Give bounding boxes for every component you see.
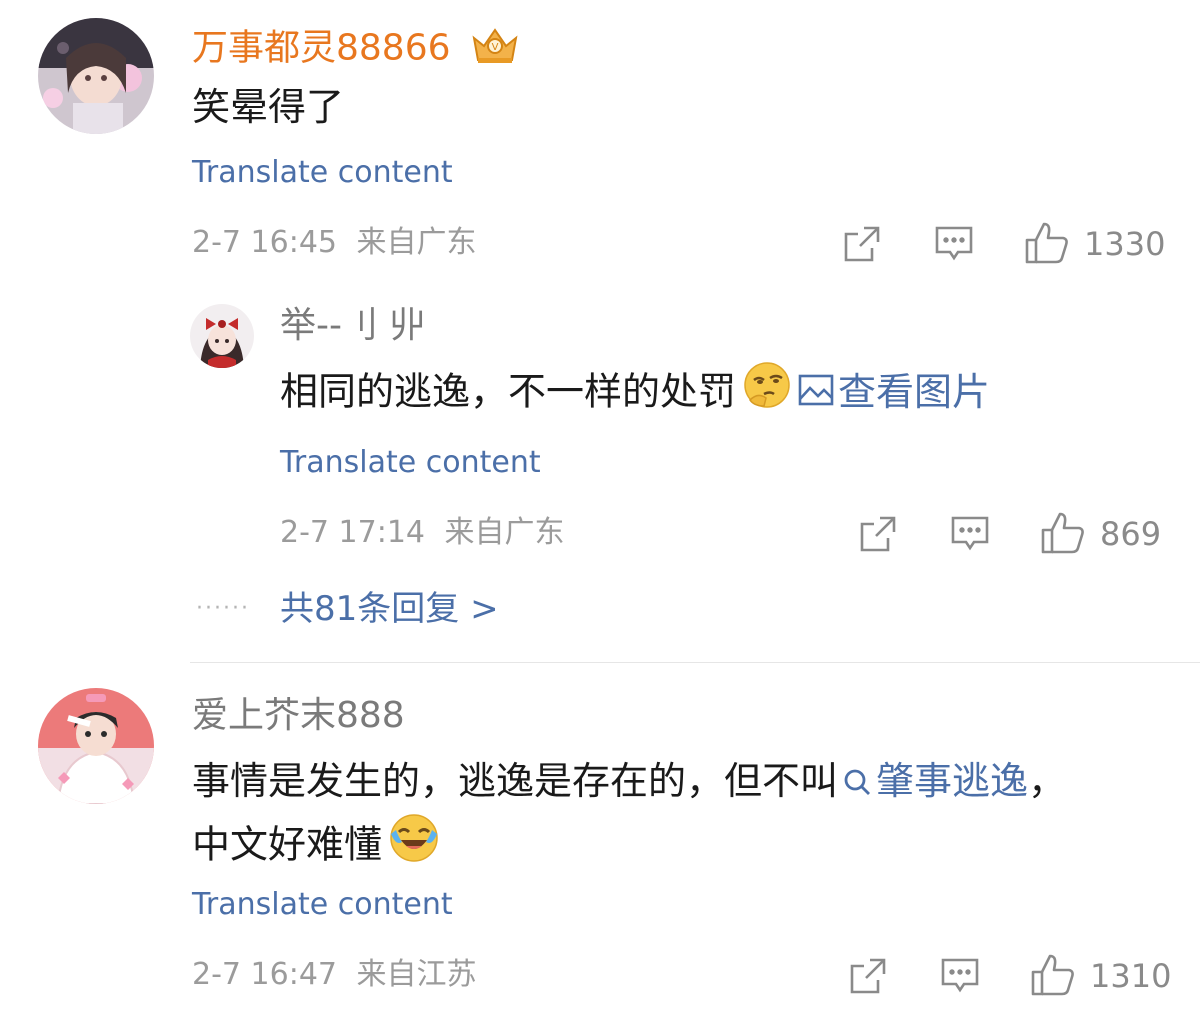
comment-icon[interactable] [940, 956, 980, 996]
avatar[interactable] [38, 688, 154, 804]
comment-username[interactable]: 爱上芥末888 [192, 696, 405, 736]
more-replies-link[interactable]: 共81条回复 > [280, 590, 499, 628]
comment-text: 笑晕得了 [192, 85, 345, 129]
like-count: 1310 [1090, 957, 1172, 995]
translate-content-link[interactable]: Translate content [192, 888, 453, 922]
like-icon[interactable] [1040, 510, 1086, 556]
search-icon [842, 753, 872, 815]
reply-avatar[interactable] [190, 304, 254, 368]
like-icon[interactable] [1024, 220, 1070, 266]
reply-location: 来自广东 [444, 515, 565, 550]
share-icon[interactable] [842, 224, 882, 264]
image-icon [798, 363, 834, 425]
comment-icon[interactable] [934, 224, 974, 264]
thinking-emoji-icon [742, 360, 792, 428]
reply-meta: 2-7 17:14 来自广东 [280, 516, 565, 550]
avatar[interactable] [38, 18, 154, 134]
comment-time: 2-7 16:45 [192, 225, 337, 260]
comment-time: 2-7 16:47 [192, 957, 337, 992]
crown-badge-icon: V [468, 24, 522, 75]
comment-meta: 2-7 16:45 来自广东 [192, 226, 477, 260]
more-replies-dots: ······ [196, 596, 250, 621]
comment-thread: 万事都灵88866 V 笑晕得了 Translate content 2-7 1… [0, 0, 1200, 1035]
comment-location: 来自江苏 [356, 957, 477, 992]
translate-content-link[interactable]: Translate content [192, 156, 453, 190]
like-count: 869 [1100, 515, 1162, 553]
comment-icon[interactable] [950, 514, 990, 554]
share-icon[interactable] [848, 956, 888, 996]
topic-search-link[interactable]: 肇事逃逸 [838, 759, 1028, 803]
svg-text:V: V [492, 42, 499, 53]
comment-location: 来自广东 [356, 225, 477, 260]
share-icon[interactable] [858, 514, 898, 554]
laughing-crying-emoji-icon [388, 812, 440, 882]
like-icon[interactable] [1030, 952, 1076, 998]
view-image-link[interactable]: 查看图片 [798, 370, 990, 414]
reply-translate-content-link[interactable]: Translate content [280, 446, 541, 480]
reply-username[interactable]: 举--刂 丱 [280, 306, 425, 346]
comment-meta: 2-7 16:47 来自江苏 [192, 958, 477, 992]
divider [190, 662, 1200, 663]
reply-time: 2-7 17:14 [280, 515, 425, 550]
comment-text-line2: 中文好难懂 [192, 812, 440, 882]
comment-username[interactable]: 万事都灵88866 V [192, 24, 522, 75]
like-count: 1330 [1084, 225, 1166, 263]
reply-text: 相同的逃逸，不一样的处罚 查看图片 [280, 360, 990, 428]
comment-text: 事情是发生的，逃逸是存在的，但不叫 肇事逃逸， [192, 750, 1066, 815]
